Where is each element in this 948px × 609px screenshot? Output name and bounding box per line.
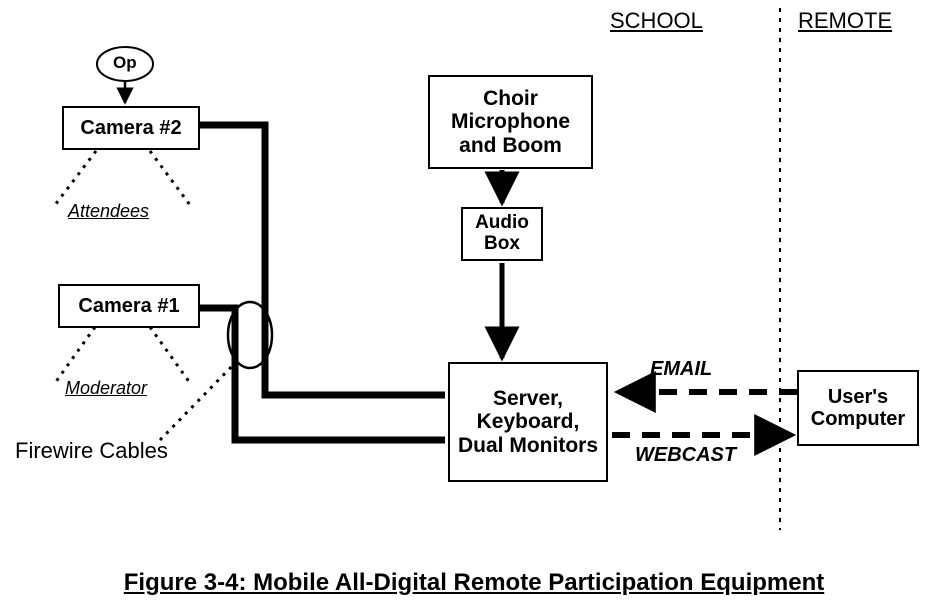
email-label: EMAIL (650, 358, 712, 381)
camera1-to-server (200, 308, 445, 440)
firewire-label: Firewire Cables (15, 438, 168, 464)
camera1-fov-left (55, 327, 95, 383)
user-computer-box: User's Computer (797, 370, 919, 446)
op-label: Op (113, 53, 137, 73)
moderator-label: Moderator (65, 378, 147, 399)
figure-caption: Figure 3-4: Mobile All-Digital Remote Pa… (0, 569, 948, 597)
camera1-box: Camera #1 (58, 284, 200, 328)
user-computer-label: User's Computer (803, 386, 913, 430)
audio-box-label: Audio Box (467, 213, 537, 255)
camera2-label: Camera #2 (80, 117, 181, 139)
school-header: SCHOOL (610, 8, 703, 34)
webcast-label: WEBCAST (635, 444, 736, 467)
attendees-label: Attendees (68, 201, 149, 222)
server-box: Server, Keyboard, Dual Monitors (448, 362, 608, 482)
choir-mic-label: Choir Microphone and Boom (434, 87, 587, 156)
audio-box: Audio Box (461, 207, 543, 261)
camera1-label: Camera #1 (78, 295, 179, 317)
camera2-fov-left (55, 151, 96, 205)
diagram-stage: SCHOOL REMOTE Op Camera #2 Attendees Cam… (0, 0, 948, 609)
camera2-fov-right (150, 151, 190, 205)
choir-mic-box: Choir Microphone and Boom (428, 75, 593, 169)
remote-header: REMOTE (798, 8, 892, 34)
camera2-box: Camera #2 (62, 106, 200, 150)
firewire-leader (160, 360, 238, 440)
camera1-fov-right (150, 327, 190, 383)
server-label: Server, Keyboard, Dual Monitors (454, 387, 602, 456)
